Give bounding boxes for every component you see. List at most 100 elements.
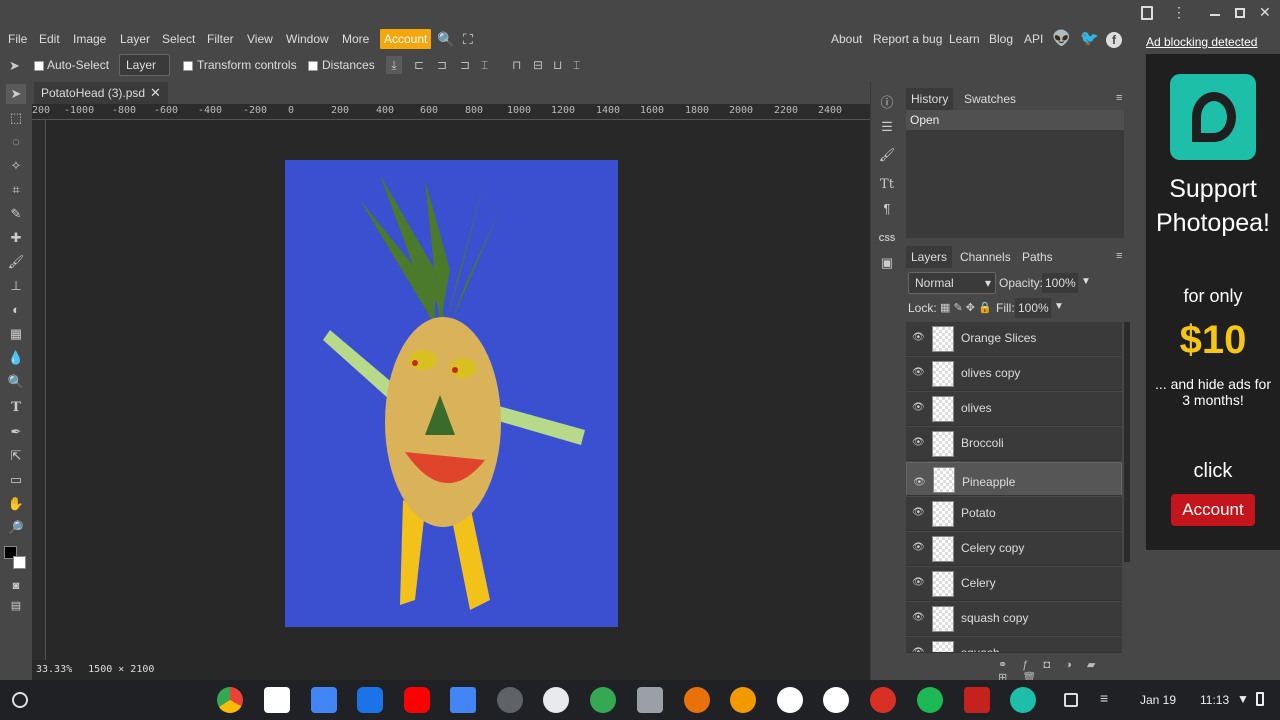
media-controls-icon[interactable]: ≡ [1100, 690, 1108, 706]
files-icon[interactable] [357, 687, 383, 713]
layer-row[interactable]: 👁 squash copy [906, 602, 1122, 636]
tab-paths[interactable]: Paths [1017, 246, 1058, 268]
panel-menu-icon[interactable]: ≡ [1116, 92, 1122, 104]
distances-checkbox[interactable] [308, 61, 318, 71]
menu-report-bug[interactable]: Report a bug [873, 27, 942, 51]
menu-window[interactable]: Window [286, 27, 329, 51]
layer-row[interactable]: 👁 olives copy [906, 357, 1122, 391]
pen-tool-icon[interactable]: ✒ [6, 422, 26, 442]
menu-view[interactable]: View [247, 27, 273, 51]
eraser-tool-icon[interactable]: ◐ [6, 300, 26, 320]
fullscreen-icon[interactable]: ⛶ [463, 27, 473, 51]
lasso-tool-icon[interactable]: ◌ [6, 132, 26, 152]
restore-icon[interactable] [1235, 8, 1245, 18]
image-icon[interactable]: ▣ [878, 254, 896, 272]
facebook-icon[interactable]: f [1106, 32, 1122, 48]
taskbar-time[interactable]: 11:13 [1200, 693, 1229, 707]
layer-row[interactable]: 👁 Celery copy [906, 532, 1122, 566]
brush-tool-icon[interactable]: 🖌 [6, 252, 26, 272]
menu-about[interactable]: About [831, 27, 862, 51]
distribute-vertical-icon[interactable]: ⌶ [573, 58, 580, 73]
minimize-icon[interactable] [1210, 14, 1220, 16]
tab-layers[interactable]: Layers [906, 246, 953, 268]
opacity-input[interactable]: 100% [1042, 273, 1078, 293]
menu-filter[interactable]: Filter [207, 27, 234, 51]
magic-wand-icon[interactable]: ✧ [6, 156, 26, 176]
align-top-icon[interactable]: ⊓ [512, 58, 521, 72]
eyedropper-icon[interactable]: ✎ [6, 204, 26, 224]
photos-icon[interactable] [777, 687, 803, 713]
menu-blog[interactable]: Blog [989, 27, 1013, 51]
menu-account[interactable]: Account [380, 29, 432, 49]
character-icon[interactable]: Tt [878, 176, 896, 194]
eye-icon[interactable]: 👁 [912, 577, 925, 589]
chrome-icon[interactable] [217, 687, 243, 713]
search-icon[interactable]: 🔍 [437, 27, 454, 51]
layer-row[interactable]: 👁 Celery [906, 567, 1122, 601]
clone-stamp-icon[interactable]: ⊥ [6, 276, 26, 296]
app-icon[interactable] [543, 687, 569, 713]
tab-channels[interactable]: Channels [955, 246, 1016, 268]
layer-row[interactable]: 👁 olives [906, 392, 1122, 426]
distribute-icon[interactable]: ⌶ [481, 58, 488, 73]
blur-tool-icon[interactable]: 💧 [6, 348, 26, 368]
gmail-icon[interactable] [264, 687, 290, 713]
wifi-icon[interactable]: ▼ [1237, 692, 1249, 706]
layer-select[interactable]: Layer ▾ [119, 54, 170, 92]
align-right-icon[interactable]: ⊐ [460, 58, 470, 72]
document-tab[interactable]: PotatoHead (3).psd ✕ [34, 82, 168, 104]
history-entry[interactable]: Open [906, 110, 1124, 130]
screen-mode-icon[interactable]: ▤ [6, 596, 26, 616]
align-bottom-icon[interactable]: ⊔ [553, 58, 562, 72]
info-icon[interactable]: ⓘ [878, 94, 896, 112]
spotify-icon[interactable] [917, 687, 943, 713]
transform-controls-checkbox[interactable] [183, 61, 193, 71]
taskbar-date[interactable]: Jan 19 [1140, 693, 1176, 707]
tab-swatches[interactable]: Swatches [959, 88, 1021, 110]
document-canvas[interactable] [285, 160, 618, 627]
eye-icon[interactable]: 👁 [913, 473, 926, 488]
menu-learn[interactable]: Learn [949, 27, 980, 51]
auto-select-checkbox[interactable] [34, 61, 44, 71]
gradient-tool-icon[interactable]: ▦ [6, 324, 26, 344]
tab-history[interactable]: History [906, 88, 954, 110]
app-icon[interactable] [823, 687, 849, 713]
app-icon[interactable] [964, 687, 990, 713]
app-icon[interactable] [870, 687, 896, 713]
app-icon[interactable] [730, 687, 756, 713]
background-color-swatch[interactable] [13, 556, 26, 569]
settings-icon[interactable] [497, 687, 523, 713]
paragraph-icon[interactable]: ¶ [878, 200, 896, 218]
marquee-tool-icon[interactable]: ⬚ [6, 108, 26, 128]
layer-row[interactable]: 👁 squash [906, 637, 1122, 653]
youtube-icon[interactable] [404, 687, 430, 713]
layer-row[interactable]: 👁 Broccoli [906, 427, 1122, 461]
menu-image[interactable]: Image [73, 27, 106, 51]
menu-edit[interactable]: Edit [39, 27, 60, 51]
css-icon[interactable]: CSS [878, 230, 896, 248]
eye-icon[interactable]: 👁 [912, 402, 925, 414]
docs-icon[interactable] [450, 687, 476, 713]
battery-icon[interactable] [1256, 692, 1264, 706]
reddit-icon[interactable]: 👽 [1052, 27, 1071, 51]
ad-blocking-link[interactable]: Ad blocking detected [1146, 35, 1257, 49]
eye-icon[interactable]: 👁 [912, 437, 925, 449]
opacity-dropdown-icon[interactable]: ▼ [1081, 276, 1091, 287]
eye-icon[interactable]: 👁 [912, 332, 925, 344]
layer-row[interactable]: 👁 Orange Slices [906, 322, 1122, 356]
align-left-icon[interactable]: ⊏ [414, 58, 424, 72]
fill-dropdown-icon[interactable]: ▼ [1054, 301, 1064, 312]
lock-icons[interactable]: ▦ ✎ ✥ 🔒 [940, 301, 992, 314]
layers-scrollbar[interactable] [1124, 322, 1130, 562]
menu-select[interactable]: Select [162, 27, 195, 51]
eye-icon[interactable]: 👁 [912, 647, 925, 652]
kebab-menu-icon[interactable]: ⋮ [1172, 4, 1186, 21]
photopea-icon[interactable] [1010, 687, 1036, 713]
layer-actions-icons[interactable]: ⚭ ƒ ◘ ◑ ▰ ⊞ 🗑 [998, 658, 1124, 684]
tote-icon[interactable] [1064, 693, 1078, 707]
fill-input[interactable]: 100% [1015, 298, 1051, 318]
align-middle-icon[interactable]: ⊟ [533, 58, 543, 72]
eye-icon[interactable]: 👁 [912, 612, 925, 624]
move-tool-icon[interactable]: ➤ [6, 84, 26, 104]
align-center-icon[interactable]: ⊐ [437, 58, 447, 72]
